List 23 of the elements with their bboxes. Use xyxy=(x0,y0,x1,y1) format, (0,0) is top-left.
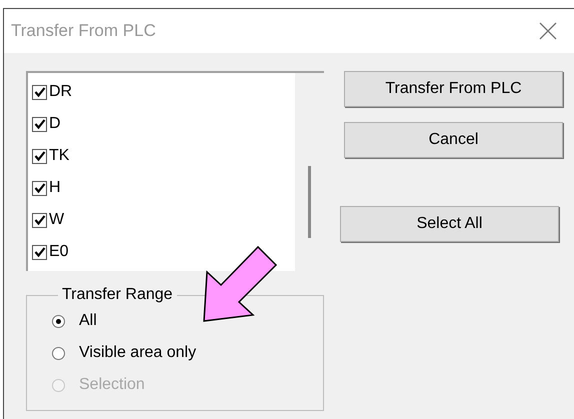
transfer-button[interactable]: Transfer From PLC xyxy=(344,71,563,107)
radio-button[interactable] xyxy=(52,346,65,360)
window-title: Transfer From PLC xyxy=(11,20,156,42)
list-item-label[interactable]: E0 xyxy=(49,244,69,260)
checkbox[interactable] xyxy=(32,148,47,164)
radio-label: Selection xyxy=(79,375,145,395)
checkbox[interactable] xyxy=(32,116,47,132)
list-item-label[interactable]: TK xyxy=(49,148,70,164)
checkbox[interactable] xyxy=(32,84,47,100)
list-item-label[interactable]: D xyxy=(49,116,61,132)
select-all-button[interactable]: Select All xyxy=(340,206,559,242)
list-item-label[interactable]: DR xyxy=(49,84,72,100)
radio-label: All xyxy=(79,311,97,331)
radio-button[interactable] xyxy=(52,314,65,328)
cancel-button[interactable]: Cancel xyxy=(344,122,563,158)
group-label: Transfer Range xyxy=(61,285,174,305)
checkbox[interactable] xyxy=(32,212,47,228)
radio-label: Visible area only xyxy=(79,343,196,363)
list-item-label[interactable]: W xyxy=(49,212,64,228)
checkbox[interactable] xyxy=(32,244,47,260)
checkbox[interactable] xyxy=(32,180,47,196)
list-item-label[interactable]: H xyxy=(49,180,61,196)
pointer-arrow-icon xyxy=(203,245,279,323)
